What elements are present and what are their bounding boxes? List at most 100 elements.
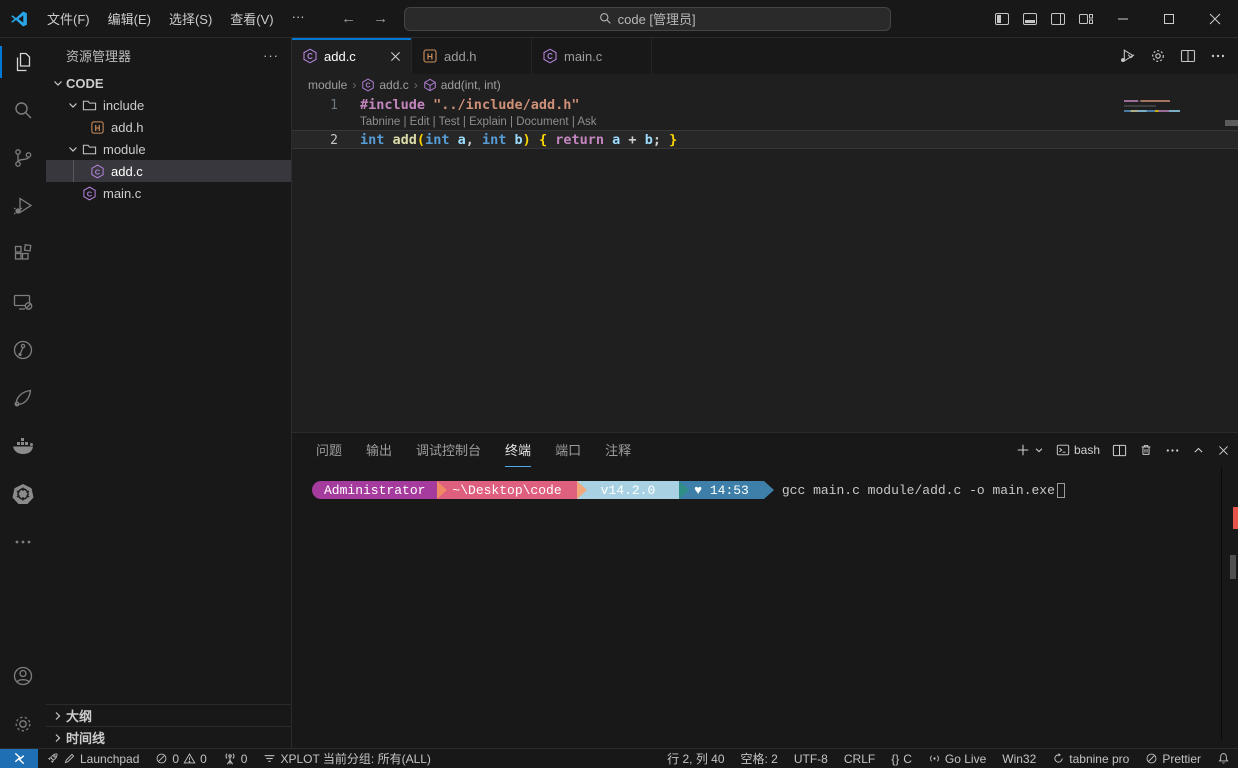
command-center-search[interactable]: code [管理员] xyxy=(404,7,891,31)
more-views-icon[interactable] xyxy=(0,518,46,566)
run-debug-icon[interactable] xyxy=(0,182,46,230)
menu-edit[interactable]: 编辑(E) xyxy=(99,5,160,32)
nav-forward-icon[interactable]: → xyxy=(372,10,390,27)
remote-indicator[interactable] xyxy=(0,749,38,768)
timeline-section[interactable]: 时间线 xyxy=(46,726,291,748)
tabnine-codelens[interactable]: Tabnine | Edit | Test | Explain | Docume… xyxy=(292,115,1238,130)
tree-item[interactable]: C H main.c xyxy=(46,182,291,204)
chevron-down-icon xyxy=(50,75,66,91)
remote-explorer-icon[interactable] xyxy=(0,278,46,326)
split-terminal-icon[interactable] xyxy=(1112,443,1127,458)
tower-item[interactable]: 0 xyxy=(215,749,256,768)
settings-gear-icon[interactable] xyxy=(0,700,46,748)
indentation-item[interactable]: 空格: 2 xyxy=(733,749,786,768)
minimize-button[interactable] xyxy=(1100,0,1146,38)
menu-more[interactable]: ··· xyxy=(283,5,314,32)
xplot-item[interactable]: XPLOT 当前分组: 所有(ALL) xyxy=(255,749,438,768)
tree-item[interactable]: C H module xyxy=(46,138,291,160)
sidebar-more-icon[interactable]: ··· xyxy=(263,48,279,63)
rocket-icon xyxy=(46,752,59,765)
breadcrumb-symbol[interactable]: add(int, int) xyxy=(423,78,501,92)
kubernetes-icon[interactable] xyxy=(0,470,46,518)
editor-tab[interactable]: C H add.h xyxy=(412,38,532,74)
terminal[interactable]: Administrator ~\Desktop\code v14.2.0 ♥ 1… xyxy=(292,467,1238,748)
svg-text:H: H xyxy=(94,123,100,132)
h-file-icon: H xyxy=(422,48,438,64)
toggle-secondary-sidebar-icon[interactable] xyxy=(1044,0,1072,38)
language-item[interactable]: {}C xyxy=(883,749,920,768)
cursor-position-item[interactable]: 行 2, 列 40 xyxy=(659,749,732,768)
gitlens-icon[interactable] xyxy=(0,326,46,374)
nav-back-icon[interactable]: ← xyxy=(340,10,358,27)
editor-tabbar: C H add.c C H add.h xyxy=(292,38,1238,74)
terminal-overview-mark xyxy=(1233,507,1238,529)
panel-tab[interactable]: 终端 xyxy=(505,433,531,467)
outline-section[interactable]: 大纲 xyxy=(46,704,291,726)
terminal-border xyxy=(1221,467,1222,740)
c-file-icon: C xyxy=(302,48,318,64)
chevron-down-icon xyxy=(1034,445,1044,455)
toggle-sidebar-icon[interactable] xyxy=(988,0,1016,38)
breadcrumb-folder[interactable]: module xyxy=(308,78,347,92)
terminal-command: gcc main.c module/add.c -o main.exe xyxy=(782,483,1055,498)
panel-tab[interactable]: 问题 xyxy=(316,433,342,467)
minimap[interactable] xyxy=(1124,100,1180,115)
toggle-panel-icon[interactable] xyxy=(1016,0,1044,38)
close-panel-icon[interactable] xyxy=(1217,444,1230,457)
search-icon[interactable] xyxy=(0,86,46,134)
maximize-button[interactable] xyxy=(1146,0,1192,38)
tree-item[interactable]: C H include xyxy=(46,94,291,116)
tabnine-item[interactable]: tabnine pro xyxy=(1044,749,1137,768)
run-debug-button[interactable] xyxy=(1118,47,1136,65)
editor-tab[interactable]: C H main.c xyxy=(532,38,652,74)
maximize-panel-icon[interactable] xyxy=(1192,444,1205,457)
account-icon[interactable] xyxy=(0,652,46,700)
source-control-icon[interactable] xyxy=(0,134,46,182)
powerline-arrow xyxy=(577,481,587,499)
filter-icon xyxy=(263,752,276,765)
close-window-button[interactable] xyxy=(1192,0,1238,38)
tree-item[interactable]: C H CODE xyxy=(46,72,291,94)
explorer-icon[interactable] xyxy=(0,38,46,86)
extensions-icon[interactable] xyxy=(0,230,46,278)
prettier-item[interactable]: Prettier xyxy=(1137,749,1209,768)
error-icon xyxy=(155,752,168,765)
prompt-segment: Administrator xyxy=(312,481,437,499)
eol-item[interactable]: CRLF xyxy=(836,749,883,768)
powerline-arrow xyxy=(437,481,447,499)
editor-tab[interactable]: C H add.c xyxy=(292,38,412,74)
menu-view[interactable]: 查看(V) xyxy=(221,5,282,32)
menu-selection[interactable]: 选择(S) xyxy=(160,5,221,32)
problems-item[interactable]: 0 0 xyxy=(147,749,214,768)
docker-icon[interactable] xyxy=(0,422,46,470)
chevron-right-icon xyxy=(50,708,66,724)
platform-item[interactable]: Win32 xyxy=(994,749,1044,768)
panel-tab[interactable]: 输出 xyxy=(366,433,392,467)
terminal-shell-item[interactable]: bash xyxy=(1056,443,1100,457)
menu-file[interactable]: 文件(F) xyxy=(38,5,99,32)
notifications-bell-icon[interactable] xyxy=(1209,749,1238,768)
terminal-cursor xyxy=(1057,483,1065,498)
encoding-item[interactable]: UTF-8 xyxy=(786,749,836,768)
code-editor[interactable]: 1 #include "../include/add.h" Tabnine | … xyxy=(292,96,1238,432)
split-editor-icon[interactable] xyxy=(1180,48,1196,64)
editor-scrollbar[interactable] xyxy=(1225,120,1238,126)
kill-terminal-icon[interactable] xyxy=(1139,443,1153,457)
golive-item[interactable]: Go Live xyxy=(920,749,994,768)
settings-gear-icon[interactable] xyxy=(1150,48,1166,64)
leaf-extension-icon[interactable] xyxy=(0,374,46,422)
panel-more-icon[interactable] xyxy=(1165,443,1180,458)
tree-item[interactable]: C H add.c xyxy=(46,160,291,182)
panel-tab[interactable]: 端口 xyxy=(555,433,581,467)
prompt-segment: ~\Desktop\code xyxy=(437,481,576,499)
breadcrumb-file[interactable]: C add.c xyxy=(361,78,408,92)
launchpad-item[interactable]: Launchpad xyxy=(38,749,147,768)
panel-tab[interactable]: 调试控制台 xyxy=(416,433,481,467)
close-tab-icon[interactable] xyxy=(387,48,403,64)
new-terminal-button[interactable] xyxy=(1016,443,1044,457)
customize-layout-icon[interactable] xyxy=(1072,0,1100,38)
more-actions-icon[interactable] xyxy=(1210,48,1226,64)
panel-tab[interactable]: 注释 xyxy=(605,433,631,467)
terminal-scrollbar[interactable] xyxy=(1230,555,1236,579)
tree-item[interactable]: C H add.h xyxy=(46,116,291,138)
